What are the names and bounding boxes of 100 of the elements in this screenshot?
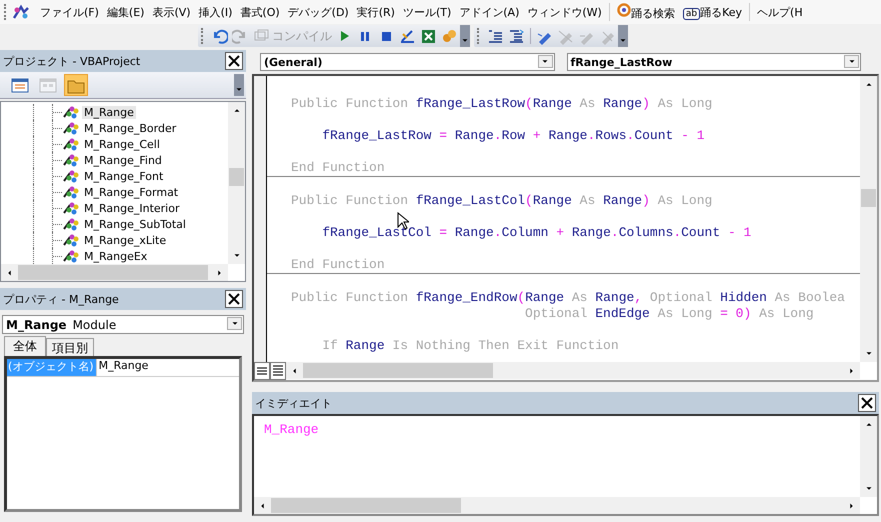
code-line: Public Function fRange_LastRow(Range As Range) As Long [291,96,712,111]
scroll-thumb[interactable] [303,363,493,378]
horizontal-scrollbar[interactable] [1,264,228,281]
scroll-thumb[interactable] [271,498,461,513]
right-arrow-icon [849,366,854,374]
tree-item[interactable]: M_Range [82,106,136,118]
list-icon [11,76,29,94]
pane-title: イミディエイト [255,396,332,410]
toolbar-icon [557,28,574,44]
module-icon [62,137,80,151]
toolbar-icon [211,28,228,44]
menu-item[interactable]: アドイン(A) [455,2,524,22]
tree-item[interactable]: M_Range_Cell [82,138,162,150]
module-icon [62,153,80,167]
down-arrow-icon [864,486,872,491]
tree-item[interactable]: M_RangeEx [82,250,150,262]
code-line: Public Function fRange_LastCol(Range As Range) As Long [291,193,712,208]
left-arrow-icon [292,366,297,374]
full-module-view-button[interactable] [270,362,286,380]
property-value[interactable]: M_Range [96,359,239,376]
module-icon [62,185,80,199]
tree-item[interactable]: M_Range_Interior [82,202,182,214]
code-editor[interactable] [252,74,879,382]
menu-item[interactable]: ab 踊るKey [678,2,746,22]
tree-item[interactable]: M_Range_SubTotal [82,218,188,230]
vertical-scrollbar[interactable] [860,416,877,497]
module-icon [62,121,80,135]
code-line: If Range Is Nothing Then Exit Function [322,338,619,353]
menu-item[interactable]: ウィンドウ(W) [523,2,606,22]
vertical-scrollbar[interactable] [228,102,245,264]
dropdown-button[interactable] [227,317,242,330]
horizontal-scrollbar[interactable] [254,497,860,514]
scroll-thumb[interactable] [229,168,244,186]
vertical-scrollbar[interactable] [860,76,877,362]
output-text: M_Range [264,422,319,437]
menu-item[interactable]: 編集(E) [102,2,148,22]
code-line: Public Function fRange_EndRow(Range As Range, Optional Hidden As Boolea [291,290,845,305]
module-icon [62,201,80,215]
down-arrow-icon [541,59,549,64]
menu-item[interactable]: デバッグ(D) [284,2,353,22]
close-icon [861,397,873,409]
lines-icon [256,366,268,376]
toolbar-overflow-button[interactable] [618,25,628,47]
menu-item[interactable]: 実行(R) [352,2,399,22]
menu-item[interactable]: 挿入(I) [194,2,236,22]
right-arrow-icon [849,502,854,510]
left-arrow-icon [7,268,12,276]
up-arrow-icon [232,108,240,113]
code-line: End Function [291,160,385,175]
close-button[interactable] [858,394,876,412]
module-icon [62,249,80,263]
toolbar-icon [487,28,504,44]
close-icon [228,293,240,305]
tree-item[interactable]: M_Range_xLite [82,234,168,246]
form-icon [39,76,57,94]
down-arrow-icon [619,38,627,43]
down-arrow-icon [864,351,872,356]
up-arrow-icon [864,82,872,87]
scroll-thumb[interactable] [18,265,208,280]
left-arrow-icon [260,502,265,510]
object-dropdown[interactable]: (General) [260,53,554,71]
object-dropdown[interactable]: M_Range Module [2,315,244,334]
app-icon [12,4,30,20]
scroll-thumb[interactable] [861,188,876,207]
close-button[interactable] [225,52,243,70]
menu-item[interactable]: ファイル(F) [36,2,103,22]
tab[interactable]: 全体 [4,336,46,356]
down-arrow-icon [461,38,469,43]
tree-item[interactable]: M_Range_Border [82,122,178,134]
menu-item[interactable]: ツール(T) [398,2,456,22]
tree-item[interactable]: M_Range_Find [82,154,164,166]
menu-item[interactable]: 踊る検索 [612,1,679,23]
up-arrow-icon [864,422,872,427]
dropdown-button[interactable] [538,55,552,68]
horizontal-scrollbar[interactable] [286,362,860,379]
procedure-dropdown[interactable]: fRange_LastRow [566,53,861,71]
module-icon [62,169,80,183]
module-icon [62,217,80,231]
down-arrow-icon [848,59,856,64]
module-icon [62,105,80,119]
procedure-view-button[interactable] [254,362,270,380]
dropdown-button[interactable] [844,55,859,68]
menu-item[interactable]: 表示(V) [148,2,195,22]
toolbar-icon [508,28,525,44]
menu-item[interactable]: ヘルプ(H [753,2,807,22]
menu-item[interactable]: 書式(O) [236,2,284,22]
toolbar-icon [420,28,437,44]
toolbar-overflow-button[interactable] [460,25,470,47]
tree-item[interactable]: M_Range_Format [82,186,180,198]
code-line: fRange_LastCol = Range.Column + Range.Columns.Count - 1 [322,225,752,240]
down-arrow-icon [235,87,243,92]
close-button[interactable] [225,290,243,308]
pane-title: プロパティ - M_Range [3,292,119,306]
tree-item[interactable]: M_Range_Font [82,170,166,182]
toolbar-icon [399,28,416,44]
toolbar-overflow-button[interactable] [234,74,244,96]
down-arrow-icon [230,321,238,326]
tab[interactable]: 項目別 [46,338,94,356]
module-icon [62,233,80,247]
code-line: Optional EndEdge As Long = 0) As Long [525,306,814,321]
